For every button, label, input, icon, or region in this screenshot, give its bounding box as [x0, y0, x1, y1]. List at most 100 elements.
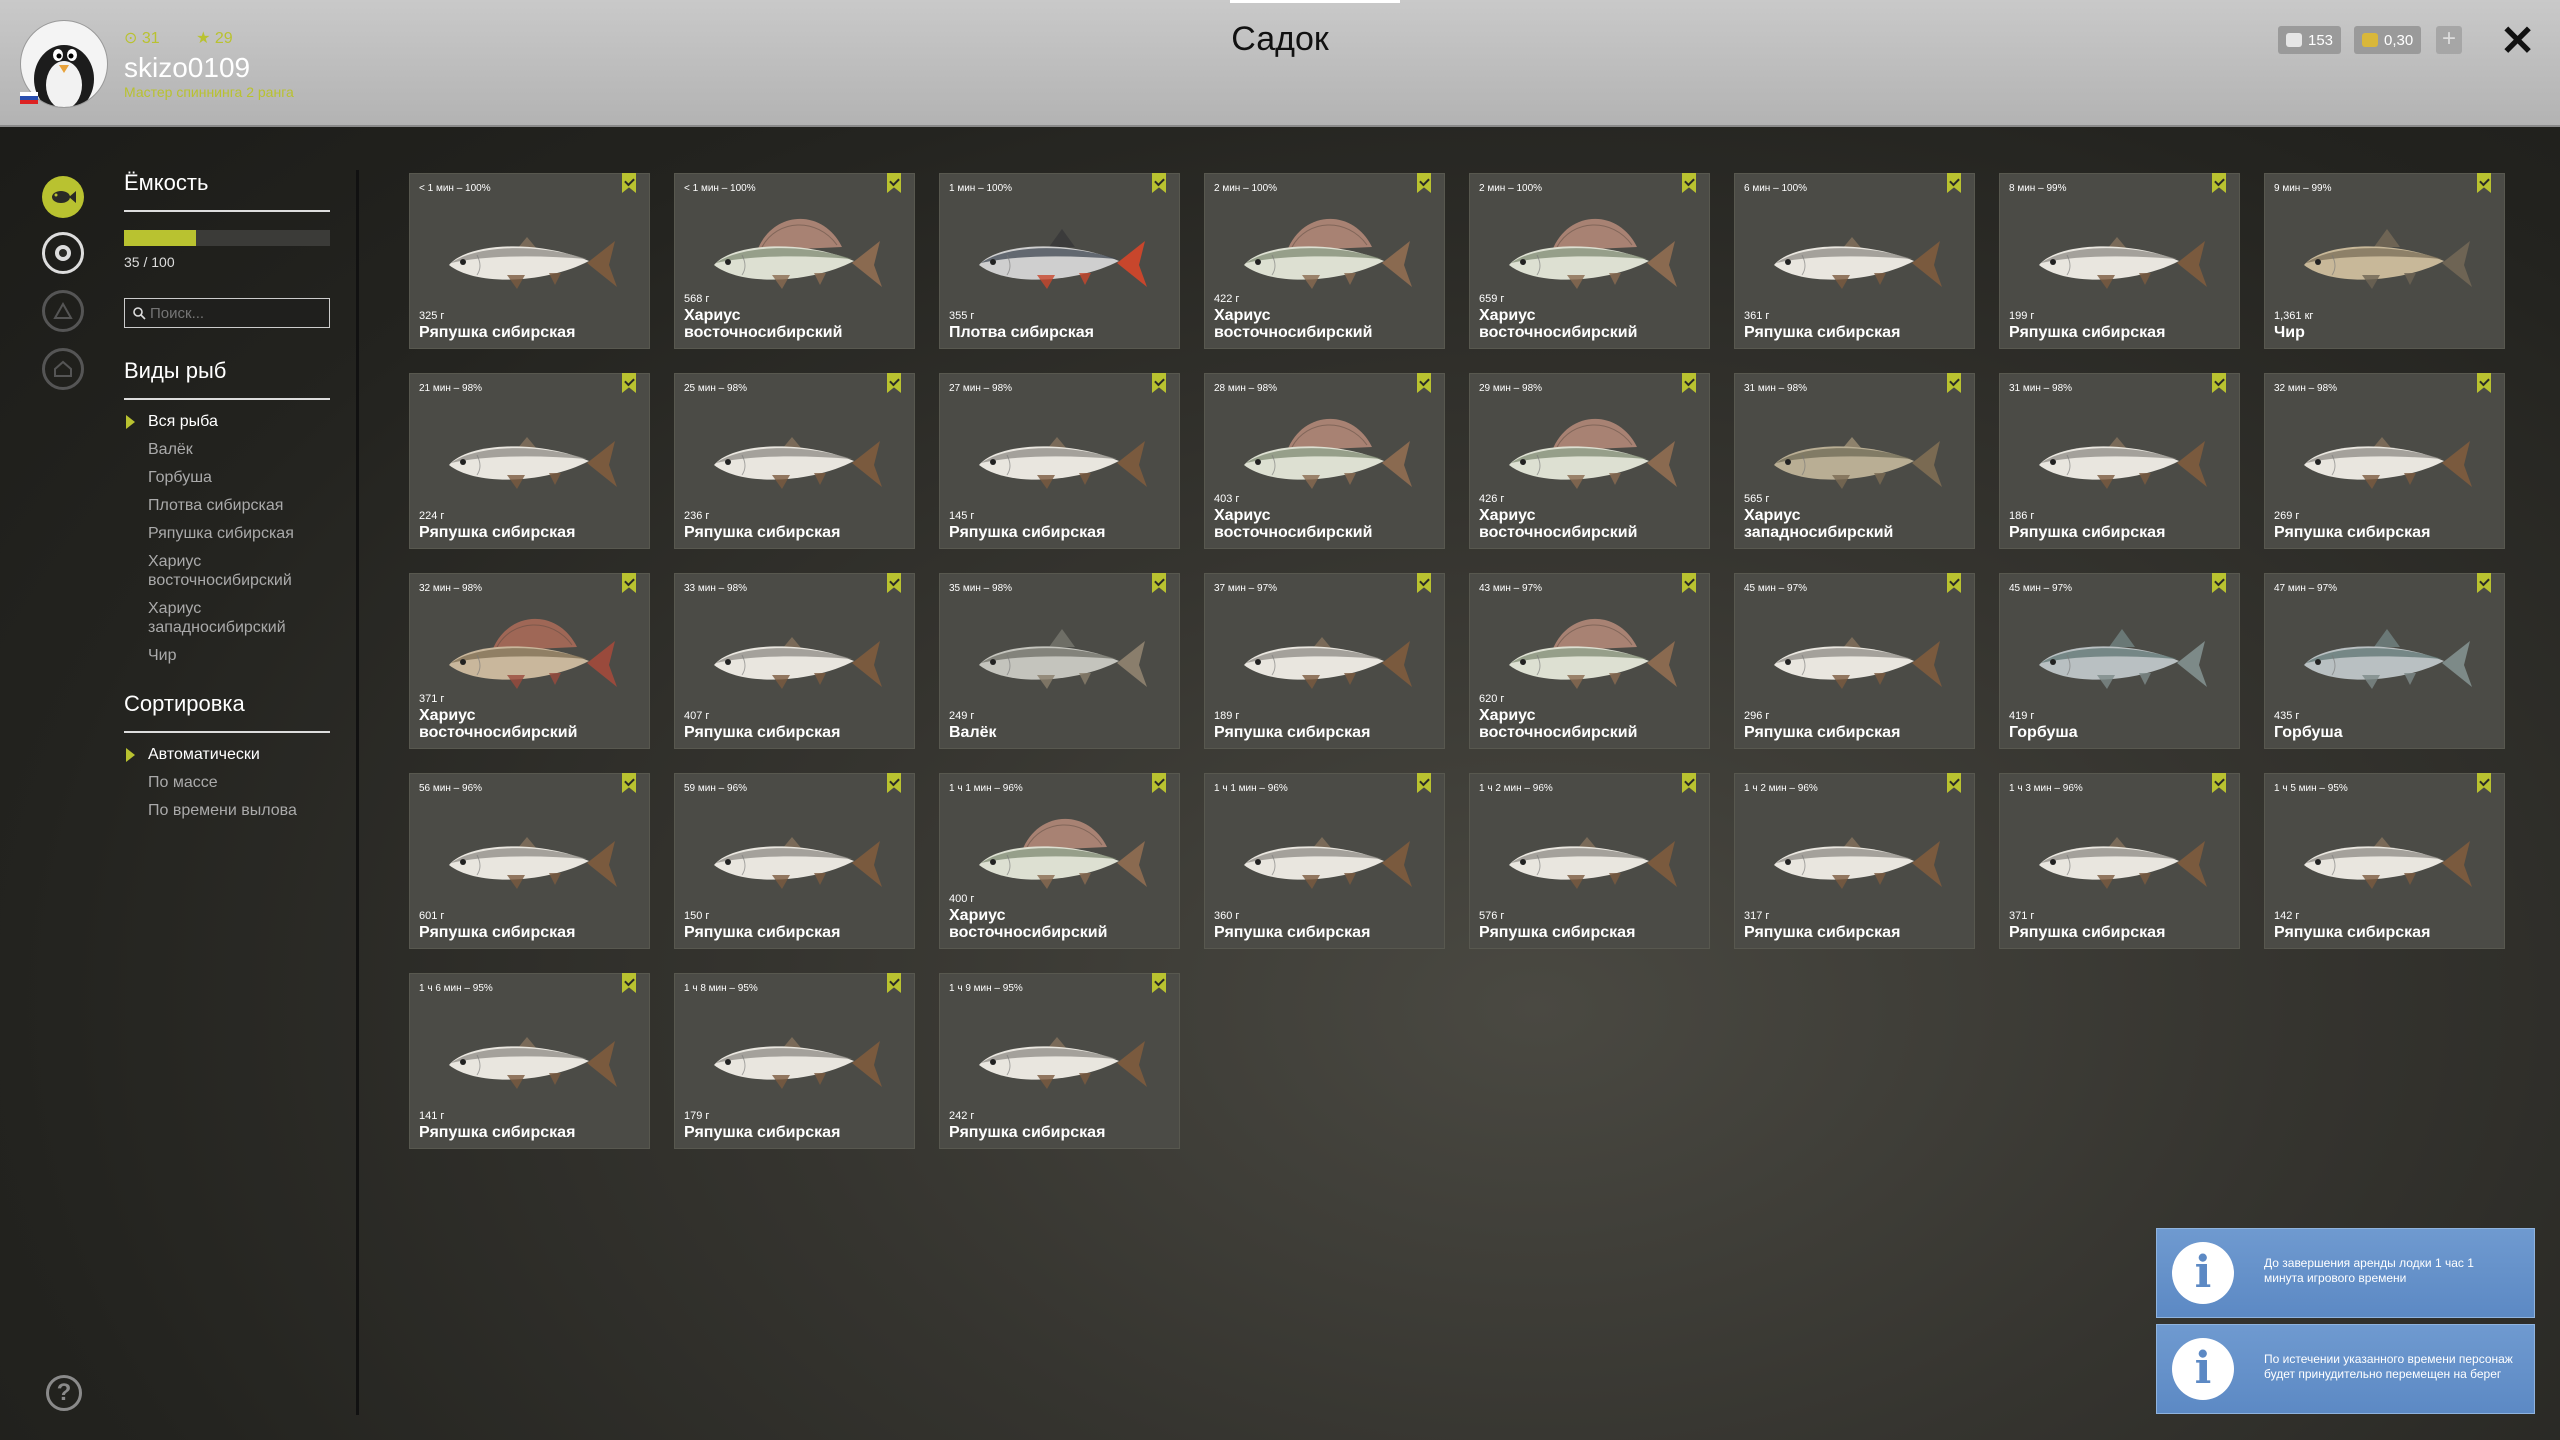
bookmark-icon[interactable] — [1947, 773, 1961, 793]
fish-card[interactable]: 8 мин – 99% 199 г Ряпушка сибирская — [1999, 173, 2240, 349]
bookmark-icon[interactable] — [2212, 173, 2226, 193]
species-filter-item[interactable]: Хариус восточносибирский — [124, 552, 330, 590]
fish-card[interactable]: 27 мин – 98% 145 г Ряпушка сибирская — [939, 373, 1180, 549]
sort-option-item[interactable]: По массе — [124, 773, 330, 792]
bookmark-icon[interactable] — [622, 173, 636, 193]
bookmark-icon[interactable] — [2212, 573, 2226, 593]
fish-card[interactable]: 1 ч 1 мин – 96% 360 г Ряпушка сибирская — [1204, 773, 1445, 949]
species-filter-item[interactable]: Хариус западносибирский — [124, 599, 330, 637]
bookmark-icon[interactable] — [622, 973, 636, 993]
bookmark-icon[interactable] — [622, 373, 636, 393]
fish-weight: 189 г — [1214, 710, 1240, 722]
bookmark-icon[interactable] — [622, 573, 636, 593]
bookmark-icon[interactable] — [1947, 173, 1961, 193]
bookmark-icon[interactable] — [2477, 173, 2491, 193]
fish-card[interactable]: 1 ч 3 мин – 96% 371 г Ряпушка сибирская — [1999, 773, 2240, 949]
catch-time-label: 59 мин – 96% — [684, 783, 748, 794]
fish-card[interactable]: 6 мин – 100% 361 г Ряпушка сибирская — [1734, 173, 1975, 349]
gold-value: 0,30 — [2384, 31, 2414, 49]
fish-card[interactable]: 1 ч 8 мин – 95% 179 г Ряпушка сибирская — [674, 973, 915, 1149]
fish-image — [449, 1037, 617, 1089]
bookmark-icon[interactable] — [2477, 773, 2491, 793]
fish-card[interactable]: 21 мин – 98% 224 г Ряпушка сибирская — [409, 373, 650, 549]
fish-card[interactable]: 1 ч 5 мин – 95% 142 г Ряпушка сибирская — [2264, 773, 2505, 949]
search-box[interactable] — [124, 298, 330, 328]
bookmark-icon[interactable] — [887, 373, 901, 393]
fish-card[interactable]: 59 мин – 96% 150 г Ряпушка сибирская — [674, 773, 915, 949]
fish-card[interactable]: 1 мин – 100% 355 г Плотва сибирская — [939, 173, 1180, 349]
bookmark-icon[interactable] — [622, 773, 636, 793]
fish-card[interactable]: 2 мин – 100% 422 г Хариус восточносибирски… — [1204, 173, 1445, 349]
fish-card[interactable]: 45 мин – 97% 296 г Ряпушка сибирская — [1734, 573, 1975, 749]
fish-card[interactable]: 1 ч 2 мин – 96% 317 г Ряпушка сибирская — [1734, 773, 1975, 949]
add-currency-button[interactable]: + — [2436, 26, 2462, 54]
bookmark-icon[interactable] — [2477, 373, 2491, 393]
fish-card[interactable]: 25 мин – 98% 236 г Ряпушка сибирская — [674, 373, 915, 549]
search-input[interactable] — [150, 304, 310, 322]
species-filter-item[interactable]: Плотва сибирская — [124, 496, 330, 515]
species-filter-item[interactable]: Ряпушка сибирская — [124, 524, 330, 543]
fish-card[interactable]: 56 мин – 96% 601 г Ряпушка сибирская — [409, 773, 650, 949]
bookmark-icon[interactable] — [1682, 773, 1696, 793]
bookmark-icon[interactable] — [1152, 973, 1166, 993]
fish-card[interactable]: 47 мин – 97% 435 г Горбуша — [2264, 573, 2505, 749]
bookmark-icon[interactable] — [1417, 373, 1431, 393]
bookmark-icon[interactable] — [1152, 773, 1166, 793]
fish-card[interactable]: 45 мин – 97% 419 г Горбуша — [1999, 573, 2240, 749]
species-filter-item[interactable]: Чир — [124, 646, 330, 665]
sort-option-item[interactable]: Автоматически — [124, 745, 330, 764]
fish-card[interactable]: 29 мин – 98% 426 г Хариус восточносибирски… — [1469, 373, 1710, 549]
bookmark-icon[interactable] — [1682, 573, 1696, 593]
species-filter-item[interactable]: Валёк — [124, 440, 330, 459]
fish-card[interactable]: 37 мин – 97% 189 г Ряпушка сибирская — [1204, 573, 1445, 749]
bookmark-icon[interactable] — [1947, 573, 1961, 593]
notification-text: До завершения аренды лодки 1 час 1 минут… — [2264, 1256, 2474, 1285]
bookmark-icon[interactable] — [2212, 773, 2226, 793]
fish-card[interactable]: 1 ч 2 мин – 96% 576 г Ряпушка сибирская — [1469, 773, 1710, 949]
bookmark-icon[interactable] — [887, 573, 901, 593]
species-filter-item[interactable]: Вся рыба — [124, 412, 330, 431]
fish-card[interactable]: 1 ч 1 мин – 96% 400 г Хариус восточносибир… — [939, 773, 1180, 949]
bookmark-icon[interactable] — [2212, 373, 2226, 393]
bookmark-icon[interactable] — [1417, 173, 1431, 193]
sort-option-item[interactable]: По времени вылова — [124, 801, 330, 820]
fish-card[interactable]: 32 мин – 98% 371 г Хариус восточносибирски… — [409, 573, 650, 749]
fish-card[interactable]: 31 мин – 98% 186 г Ряпушка сибирская — [1999, 373, 2240, 549]
fish-card[interactable]: 33 мин – 98% 407 г Ряпушка сибирская — [674, 573, 915, 749]
bookmark-icon[interactable] — [1417, 573, 1431, 593]
fish-image — [714, 218, 882, 289]
fish-card[interactable]: 1 ч 9 мин – 95% 242 г Ряпушка сибирская — [939, 973, 1180, 1149]
bookmark-icon[interactable] — [887, 173, 901, 193]
bookmark-icon[interactable] — [1152, 373, 1166, 393]
fish-card[interactable]: 28 мин – 98% 403 г Хариус восточносибирски… — [1204, 373, 1445, 549]
fish-card[interactable]: 9 мин – 99% 1,361 кг Чир — [2264, 173, 2505, 349]
notification-rental[interactable]: i До завершения аренды лодки 1 час 1 мин… — [2156, 1228, 2535, 1318]
fish-card[interactable]: < 1 мин – 100% 568 г Хариус восточносибирс… — [674, 173, 915, 349]
bookmark-icon[interactable] — [1152, 173, 1166, 193]
camp-icon[interactable] — [42, 290, 84, 332]
help-icon[interactable]: ? — [46, 1375, 82, 1411]
species-filter-item[interactable]: Горбуша — [124, 468, 330, 487]
bookmark-icon[interactable] — [887, 773, 901, 793]
home-icon[interactable] — [42, 348, 84, 390]
bookmark-icon[interactable] — [1682, 173, 1696, 193]
bookmark-icon[interactable] — [1947, 373, 1961, 393]
bookmark-icon[interactable] — [1417, 773, 1431, 793]
fish-card[interactable]: 2 мин – 100% 659 г Хариус восточносибирски… — [1469, 173, 1710, 349]
fish-card[interactable]: 1 ч 6 мин – 95% 141 г Ряпушка сибирская — [409, 973, 650, 1149]
close-icon[interactable]: ✕ — [2500, 16, 2535, 65]
bookmark-icon[interactable] — [887, 973, 901, 993]
fish-card[interactable]: 32 мин – 98% 269 г Ряпушка сибирская — [2264, 373, 2505, 549]
bookmark-icon[interactable] — [2477, 573, 2491, 593]
trophy-icon[interactable] — [42, 232, 84, 274]
bookmark-icon[interactable] — [1682, 373, 1696, 393]
fish-card[interactable]: 43 мин – 97% 620 г Хариус восточносибирски… — [1469, 573, 1710, 749]
fish-card[interactable]: < 1 мин – 100% 325 г Ряпушка сибирская — [409, 173, 650, 349]
fish-card[interactable]: 35 мин – 98% 249 г Валёк — [939, 573, 1180, 749]
fish-card[interactable]: 31 мин – 98% 565 г Хариус западносибирский — [1734, 373, 1975, 549]
fish-keepnet-icon[interactable] — [42, 176, 84, 218]
notification-teleport[interactable]: i По истечении указанного времени персон… — [2156, 1324, 2535, 1414]
fish-name: Ряпушка сибирская — [1744, 724, 1901, 741]
fish-weight: 426 г — [1479, 493, 1505, 505]
bookmark-icon[interactable] — [1152, 573, 1166, 593]
